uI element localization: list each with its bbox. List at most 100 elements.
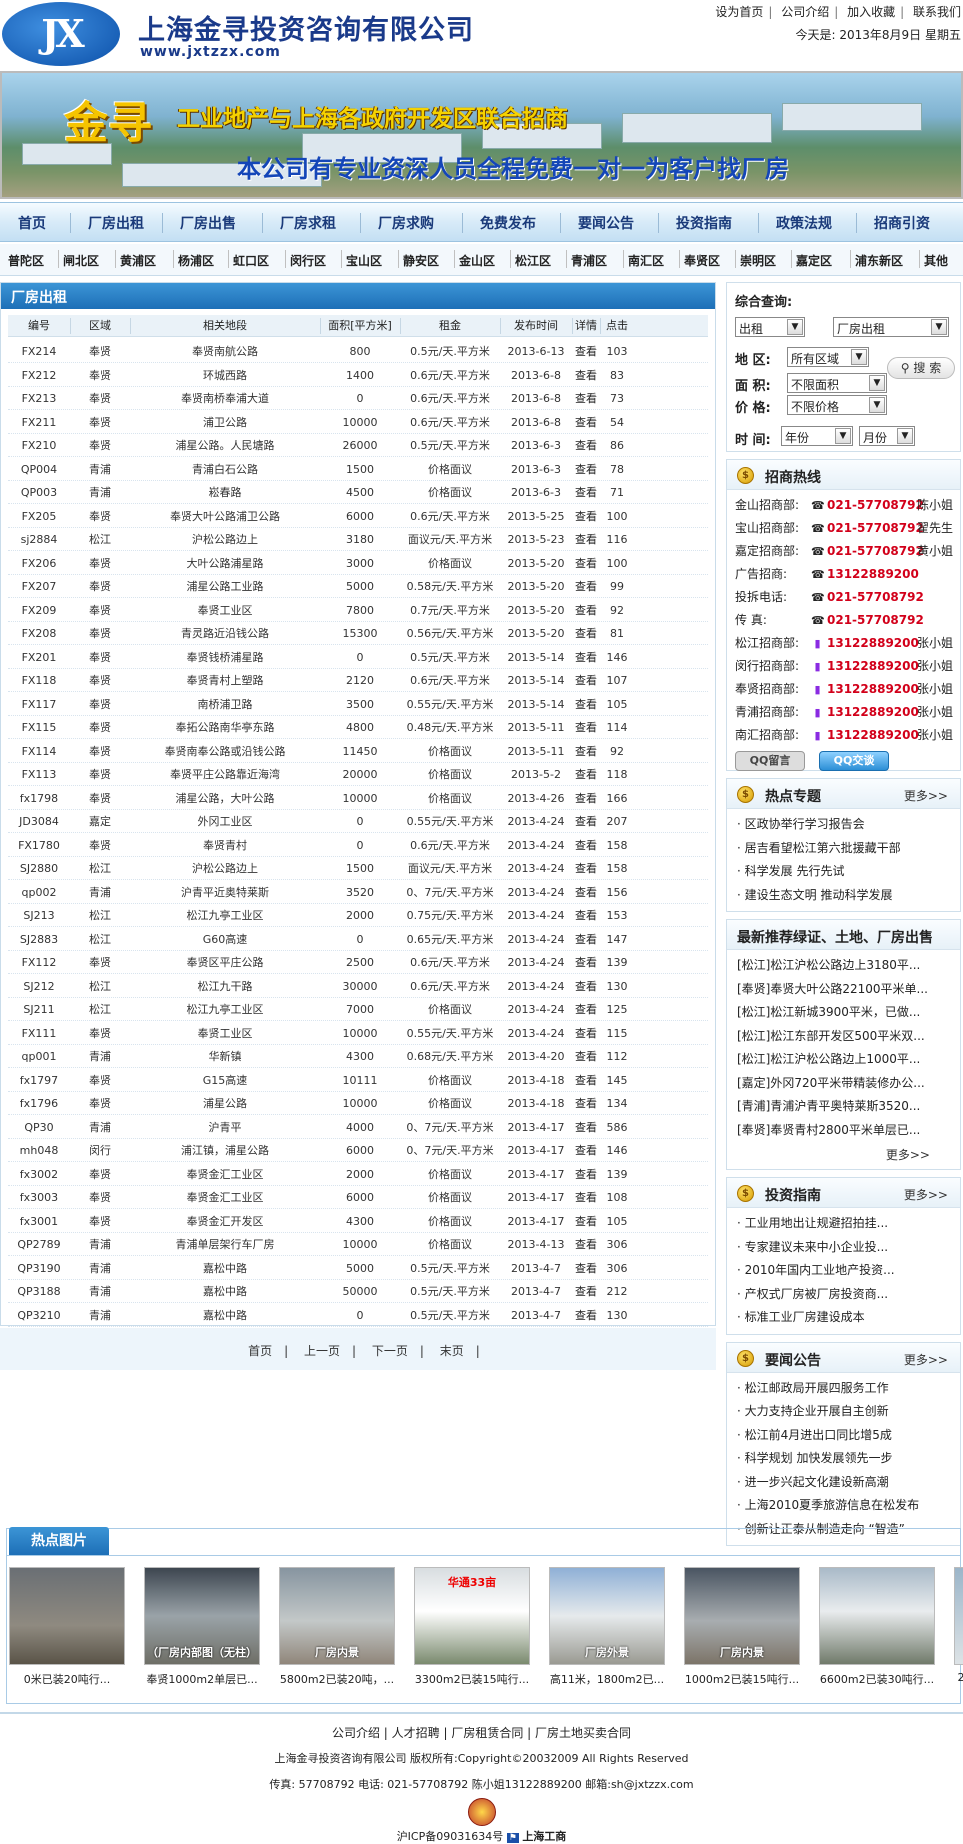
table-row[interactable]: FX115 奉贤 奉拓公路南华亭东路 4800 0.48元/天.平方米 2013-5-11… bbox=[8, 716, 708, 740]
notice-more-link[interactable]: 更多>> bbox=[904, 1351, 948, 1368]
view-link[interactable]: 查看 bbox=[572, 1280, 600, 1303]
notice-item[interactable]: · 大力支持企业开展自主创新 bbox=[737, 1400, 960, 1424]
recommend-item[interactable]: [奉贤]奉贤青村2800平米单层已... bbox=[737, 1119, 960, 1143]
view-link[interactable]: 查看 bbox=[572, 599, 600, 622]
table-row[interactable]: QP30 青浦 沪青平 4000 0、7元/天.平方米 2013-4-17 查看 586 bbox=[8, 1116, 708, 1139]
view-link[interactable]: 查看 bbox=[572, 387, 600, 410]
photo-thumb[interactable]: 厂房内景 bbox=[279, 1567, 395, 1665]
view-link[interactable]: 查看 bbox=[572, 505, 600, 528]
view-link[interactable]: 查看 bbox=[572, 364, 600, 387]
view-link[interactable]: 查看 bbox=[572, 434, 600, 457]
view-link[interactable]: 查看 bbox=[572, 787, 600, 810]
recommend-item[interactable]: [松江]松江沪松公路边上1000平... bbox=[737, 1048, 960, 1072]
hotline-phone[interactable]: 13122889200 bbox=[827, 632, 919, 655]
photo-caption[interactable]: 5800m2已装20吨，... bbox=[278, 1671, 396, 1687]
nav-item[interactable]: 招商引资 bbox=[874, 213, 930, 233]
district-link[interactable]: 静安区 bbox=[403, 252, 439, 269]
footer-company-link[interactable]: 公司介绍 bbox=[332, 1726, 380, 1740]
district-link[interactable]: 松江区 bbox=[515, 252, 551, 269]
view-link[interactable]: 查看 bbox=[572, 881, 600, 904]
photo-thumb[interactable]: 华通33亩 bbox=[414, 1567, 530, 1665]
category-select[interactable]: 厂房出租 ▼ bbox=[833, 317, 949, 337]
recommend-item[interactable]: [松江]松江东部开发区500平米双... bbox=[737, 1025, 960, 1049]
contact-link[interactable]: 联系我们 bbox=[913, 5, 961, 19]
table-row[interactable]: QP004 青浦 青浦白石公路 1500 价格面议 2013-6-3 查看 78 bbox=[8, 458, 708, 481]
table-row[interactable]: QP2789 青浦 青浦单层架行车厂房 10000 价格面议 2013-4-13 查看 306 bbox=[8, 1233, 708, 1257]
view-link[interactable]: 查看 bbox=[572, 1163, 600, 1186]
company-intro-link[interactable]: 公司介绍 bbox=[781, 5, 829, 19]
nav-item[interactable]: 免费发布 bbox=[480, 213, 536, 233]
view-link[interactable]: 查看 bbox=[572, 340, 600, 363]
table-row[interactable]: FX206 奉贤 大叶公路浦星路 3000 价格面议 2013-5-20 查看 100 bbox=[8, 552, 708, 575]
nav-item[interactable]: 政策法规 bbox=[776, 213, 832, 233]
hot-topic-item[interactable]: · 居吉看望松江第六批援藏干部 bbox=[737, 837, 960, 861]
view-link[interactable]: 查看 bbox=[572, 1139, 600, 1162]
table-row[interactable]: FX114 奉贤 奉贤南奉公路或沿钱公路 11450 价格面议 2013-5-11 查看 92 bbox=[8, 740, 708, 763]
district-link[interactable]: 崇明区 bbox=[740, 252, 776, 269]
view-link[interactable]: 查看 bbox=[572, 1233, 600, 1256]
hotline-phone[interactable]: 021-57708792 bbox=[827, 494, 924, 517]
view-link[interactable]: 查看 bbox=[572, 1210, 600, 1233]
next-page-link[interactable]: 下一页 bbox=[372, 1344, 408, 1358]
hotline-phone[interactable]: 13122889200 bbox=[827, 678, 919, 701]
table-row[interactable]: FX112 奉贤 奉贤区平庄公路 2500 0.6元/天.平方米 2013-4-24 查看 1… bbox=[8, 951, 708, 975]
view-link[interactable]: 查看 bbox=[572, 669, 600, 692]
notice-item[interactable]: · 进一步兴起文化建设新高潮 bbox=[737, 1471, 960, 1495]
hotline-phone[interactable]: 13122889200 bbox=[827, 563, 919, 586]
photo-caption[interactable]: 奉贤1000m2单层已... bbox=[143, 1671, 261, 1687]
prev-page-link[interactable]: 上一页 bbox=[304, 1344, 340, 1358]
photo-thumb[interactable]: 厂房外景 bbox=[549, 1567, 665, 1665]
district-link[interactable]: 金山区 bbox=[459, 252, 495, 269]
price-select[interactable]: 不限价格 ▼ bbox=[787, 395, 887, 415]
photo-caption[interactable]: 3300m2已装15吨行... bbox=[413, 1671, 531, 1687]
view-link[interactable]: 查看 bbox=[572, 1022, 600, 1045]
table-row[interactable]: FX214 奉贤 奉贤南航公路 800 0.5元/天.平方米 2013-6-13 查看 103 bbox=[8, 340, 708, 364]
table-row[interactable]: fx1796 奉贤 浦星公路 10000 价格面议 2013-4-18 查看 134 bbox=[8, 1092, 708, 1116]
recommend-item[interactable]: [奉贤]奉贤大叶公路22100平米单... bbox=[737, 978, 960, 1002]
month-select[interactable]: 月份 ▼ bbox=[859, 426, 915, 446]
last-page-link[interactable]: 末页 bbox=[440, 1344, 464, 1358]
table-row[interactable]: fx3002 奉贤 奉贤金汇工业区 2000 价格面议 2013-4-17 查看 139 bbox=[8, 1163, 708, 1186]
photo-thumb[interactable]: 厂房内景 bbox=[684, 1567, 800, 1665]
view-link[interactable]: 查看 bbox=[572, 810, 600, 833]
hotline-phone[interactable]: 021-57708792 bbox=[827, 540, 924, 563]
district-link[interactable]: 闸北区 bbox=[63, 252, 99, 269]
qq-chat-button[interactable]: QQ交谈 bbox=[819, 751, 889, 771]
view-link[interactable]: 查看 bbox=[572, 928, 600, 951]
view-link[interactable]: 查看 bbox=[572, 1092, 600, 1115]
footer-lease-link[interactable]: 厂房租赁合同 bbox=[451, 1726, 523, 1740]
nav-item[interactable]: 厂房出租 bbox=[88, 213, 144, 233]
table-row[interactable]: SJ2880 松江 沪松公路边上 1500 面议元/天.平方米 2013-4-24 查看 15… bbox=[8, 857, 708, 881]
district-link[interactable]: 杨浦区 bbox=[178, 252, 214, 269]
table-row[interactable]: SJ211 松江 松江九亭工业区 7000 价格面议 2013-4-24 查看 125 bbox=[8, 998, 708, 1022]
area-select[interactable]: 不限面积 ▼ bbox=[787, 373, 887, 393]
district-link[interactable]: 闵行区 bbox=[290, 252, 326, 269]
photo-caption[interactable]: 1000m2已装15吨行... bbox=[683, 1671, 801, 1687]
table-row[interactable]: FX208 奉贤 青灵路近沿钱公路 15300 0.56元/天.平方米 2013-5-20… bbox=[8, 622, 708, 646]
table-row[interactable]: qp001 青浦 华新镇 4300 0.68元/天.平方米 2013-4-20 查看 112 bbox=[8, 1045, 708, 1069]
view-link[interactable]: 查看 bbox=[572, 975, 600, 998]
invest-item[interactable]: · 工业用地出让规避招拍挂... bbox=[737, 1212, 960, 1236]
table-row[interactable]: QP003 青浦 崧春路 4500 价格面议 2013-6-3 查看 71 bbox=[8, 481, 708, 505]
table-row[interactable]: sj2884 松江 沪松公路边上 3180 面议元/天.平方米 2013-5-23 查看 11… bbox=[8, 528, 708, 552]
table-row[interactable]: FX201 奉贤 奉贤钱桥浦星路 0 0.5元/天.平方米 2013-5-14 查看 146 bbox=[8, 646, 708, 669]
table-row[interactable]: FX113 奉贤 奉贤平庄公路靠近海湾 20000 价格面议 2013-5-2 查看 118 bbox=[8, 763, 708, 787]
table-row[interactable]: FX117 奉贤 南桥浦卫路 3500 0.55元/天.平方米 2013-5-14 查看 10… bbox=[8, 693, 708, 716]
hotline-phone[interactable]: 021-57708792 bbox=[827, 609, 924, 632]
notice-item[interactable]: · 松江邮政局开展四服务工作 bbox=[737, 1377, 960, 1401]
table-row[interactable]: JD3084 嘉定 外冈工业区 0 0.55元/天.平方米 2013-4-24 查看 207 bbox=[8, 810, 708, 834]
district-link[interactable]: 其他 bbox=[924, 252, 948, 269]
first-page-link[interactable]: 首页 bbox=[248, 1344, 272, 1358]
icp-link[interactable]: 沪ICP备09031634号 bbox=[397, 1830, 504, 1843]
district-link[interactable]: 浦东新区 bbox=[855, 252, 903, 269]
photo-thumb[interactable] bbox=[954, 1567, 963, 1665]
view-link[interactable]: 查看 bbox=[572, 1304, 600, 1327]
view-link[interactable]: 查看 bbox=[572, 622, 600, 645]
view-link[interactable]: 查看 bbox=[572, 552, 600, 575]
table-row[interactable]: FX209 奉贤 奉贤工业区 7800 0.7元/天.平方米 2013-5-20 查看 92 bbox=[8, 599, 708, 622]
photo-thumb[interactable] bbox=[819, 1567, 935, 1665]
view-link[interactable]: 查看 bbox=[572, 763, 600, 786]
invest-item[interactable]: · 标准工业厂房建设成本 bbox=[737, 1306, 960, 1330]
view-link[interactable]: 查看 bbox=[572, 646, 600, 669]
hot-topic-item[interactable]: · 科学发展 先行先试 bbox=[737, 860, 960, 884]
